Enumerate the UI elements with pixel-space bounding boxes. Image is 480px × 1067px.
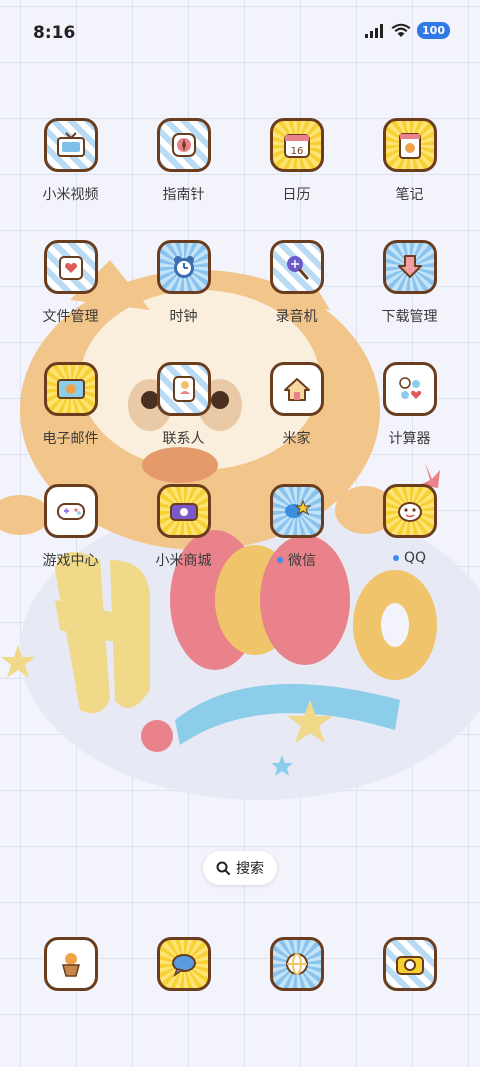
folder-icon[interactable] bbox=[43, 240, 98, 294]
contacts-icon[interactable] bbox=[156, 362, 211, 416]
app-label: 时钟 bbox=[169, 309, 198, 325]
mail-icon[interactable] bbox=[43, 362, 98, 416]
gamepad-icon[interactable] bbox=[43, 484, 98, 538]
dock-app-messages[interactable] bbox=[127, 937, 240, 991]
app-game-center[interactable]: 游戏中心 bbox=[14, 484, 127, 606]
tv-icon[interactable] bbox=[43, 118, 98, 172]
app-label: 笔记 bbox=[395, 187, 424, 203]
app-wechat[interactable]: 微信 bbox=[240, 484, 353, 606]
search-button[interactable]: 搜索 bbox=[203, 851, 277, 885]
compass-icon[interactable] bbox=[156, 118, 211, 172]
camera-icon[interactable] bbox=[382, 937, 437, 991]
dock bbox=[14, 937, 466, 991]
app-label: 米家 bbox=[282, 431, 311, 447]
messages-icon[interactable] bbox=[156, 937, 211, 991]
app-grid: 小米视频 指南针 16 日历 笔记 文件管理 时钟 录音机 下载管理 电子邮件 … bbox=[14, 118, 466, 606]
calendar-icon[interactable]: 16 bbox=[269, 118, 324, 172]
app-calculator[interactable]: 计算器 bbox=[353, 362, 466, 484]
app-label: 计算器 bbox=[388, 431, 431, 447]
microphone-icon[interactable] bbox=[269, 240, 324, 294]
app-calendar[interactable]: 16 日历 bbox=[240, 118, 353, 240]
app-label: 录音机 bbox=[275, 309, 318, 325]
app-mi-store[interactable]: 小米商城 bbox=[127, 484, 240, 606]
signal-icon bbox=[365, 23, 384, 38]
wifi-icon bbox=[391, 23, 411, 37]
battery-indicator: 100 bbox=[417, 22, 450, 39]
clock-icon[interactable] bbox=[156, 240, 211, 294]
app-label: 小米视频 bbox=[42, 187, 99, 203]
app-label: 游戏中心 bbox=[42, 553, 99, 569]
app-recorder[interactable]: 录音机 bbox=[240, 240, 353, 362]
calculator-icon[interactable] bbox=[382, 362, 437, 416]
search-label: 搜索 bbox=[236, 861, 264, 877]
app-label: 电子邮件 bbox=[42, 431, 99, 447]
app-label-text: QQ bbox=[403, 550, 427, 566]
app-file-manager[interactable]: 文件管理 bbox=[14, 240, 127, 362]
app-qq[interactable]: QQ bbox=[353, 484, 466, 606]
dock-app-camera[interactable] bbox=[353, 937, 466, 991]
app-label: 文件管理 bbox=[42, 309, 99, 325]
app-label: 下载管理 bbox=[381, 309, 438, 325]
notification-dot bbox=[392, 555, 399, 561]
home-icon[interactable] bbox=[269, 362, 324, 416]
calendar-day: 16 bbox=[290, 146, 303, 157]
app-label-text: 微信 bbox=[288, 553, 316, 569]
dock-app-phone[interactable] bbox=[14, 937, 127, 991]
app-compass[interactable]: 指南针 bbox=[127, 118, 240, 240]
app-label: QQ bbox=[392, 550, 427, 566]
shop-icon[interactable] bbox=[156, 484, 211, 538]
app-row: 小米视频 指南针 16 日历 笔记 bbox=[14, 118, 466, 240]
wechat-icon[interactable] bbox=[269, 484, 324, 538]
app-label: 联系人 bbox=[162, 431, 205, 447]
app-clock[interactable]: 时钟 bbox=[127, 240, 240, 362]
status-time: 8:16 bbox=[33, 23, 76, 43]
app-row: 游戏中心 小米商城 微信 QQ bbox=[14, 484, 466, 606]
app-label: 微信 bbox=[277, 550, 316, 570]
dock-app-browser[interactable] bbox=[240, 937, 353, 991]
app-email[interactable]: 电子邮件 bbox=[14, 362, 127, 484]
browser-icon[interactable] bbox=[269, 937, 324, 991]
phone-icon[interactable] bbox=[43, 937, 98, 991]
app-label: 日历 bbox=[282, 187, 311, 203]
app-notes[interactable]: 笔记 bbox=[353, 118, 466, 240]
download-icon[interactable] bbox=[382, 240, 437, 294]
search-icon bbox=[216, 861, 230, 875]
app-label: 指南针 bbox=[162, 187, 205, 203]
status-icons: 100 bbox=[365, 22, 450, 39]
status-bar: 8:16 100 bbox=[0, 0, 480, 66]
app-xiaomi-video[interactable]: 小米视频 bbox=[14, 118, 127, 240]
notification-dot bbox=[277, 557, 283, 563]
app-label: 小米商城 bbox=[155, 553, 212, 569]
qq-icon[interactable] bbox=[382, 484, 437, 538]
app-contacts[interactable]: 联系人 bbox=[127, 362, 240, 484]
app-row: 电子邮件 联系人 米家 计算器 bbox=[14, 362, 466, 484]
app-row: 文件管理 时钟 录音机 下载管理 bbox=[14, 240, 466, 362]
notebook-icon[interactable] bbox=[382, 118, 437, 172]
app-mijia[interactable]: 米家 bbox=[240, 362, 353, 484]
app-download-manager[interactable]: 下载管理 bbox=[353, 240, 466, 362]
